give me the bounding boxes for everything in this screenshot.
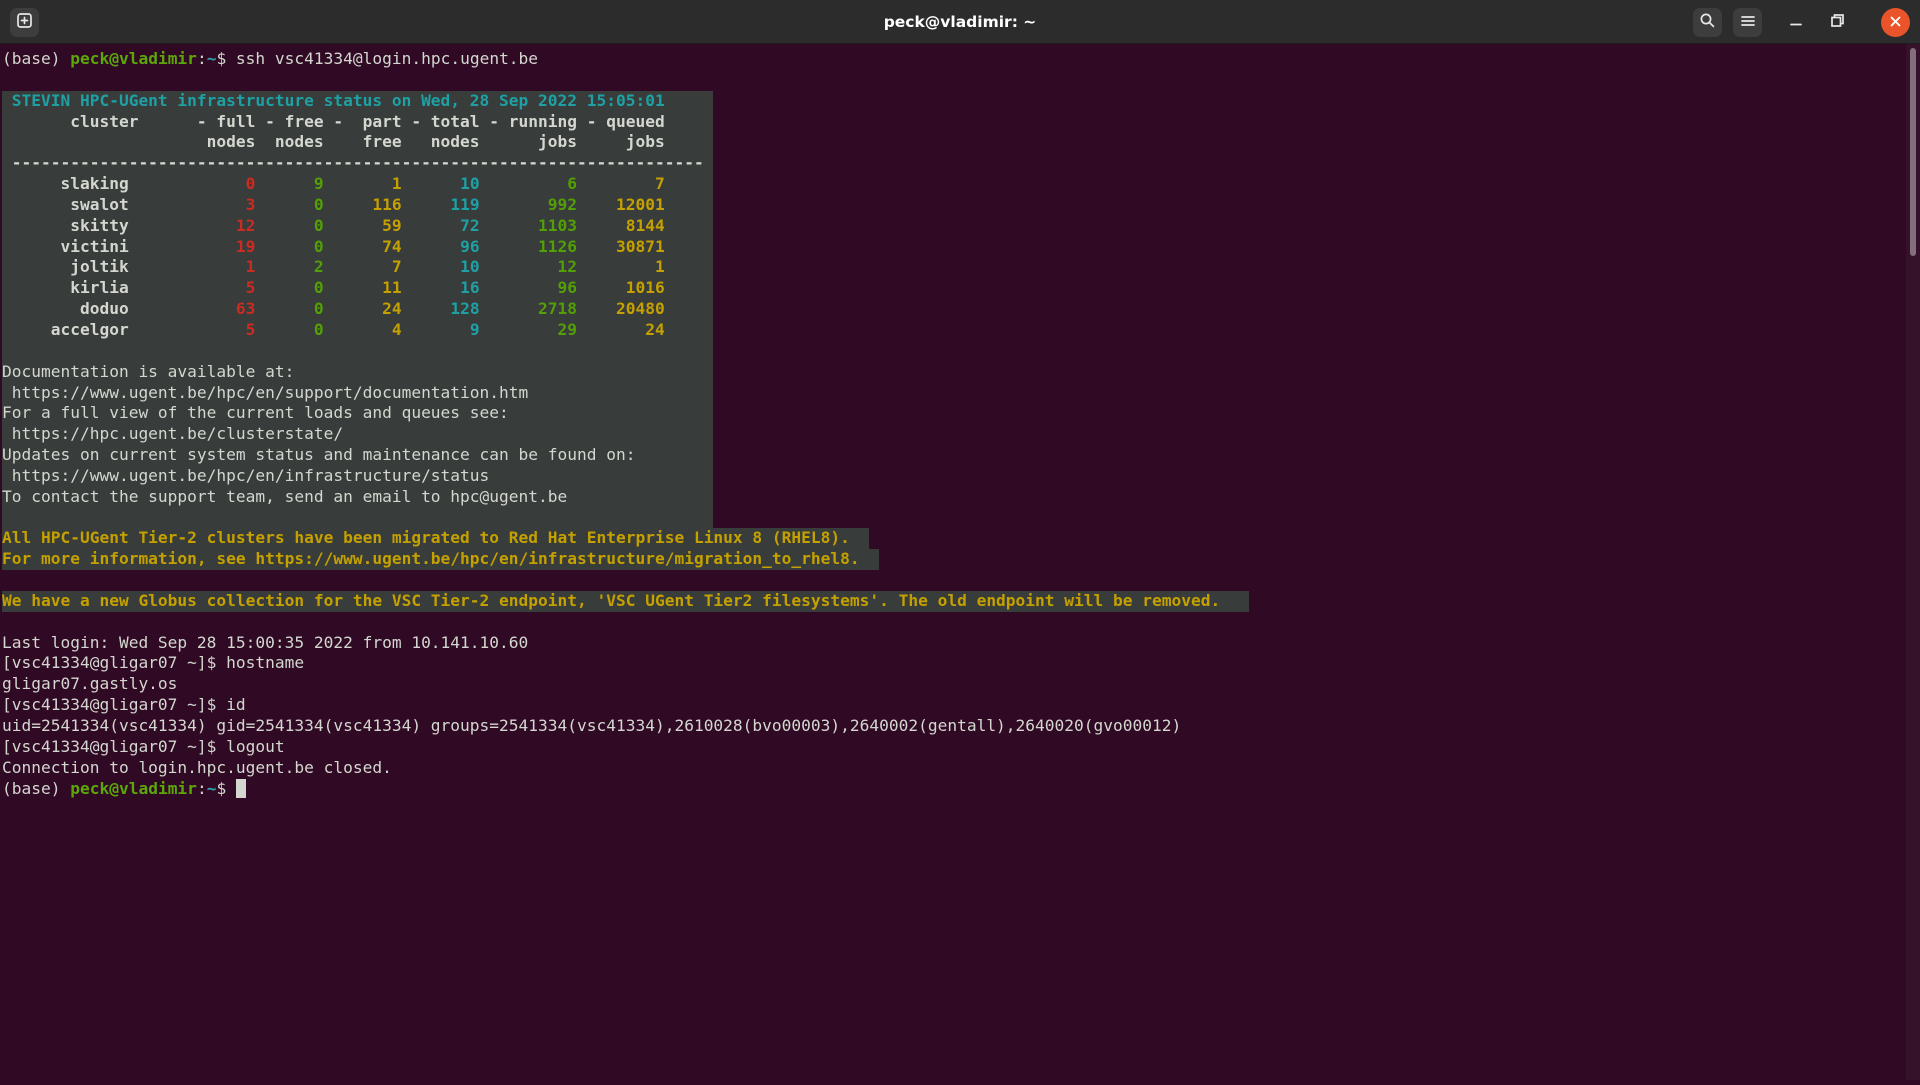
search-icon [1699,12,1716,33]
terminal-line: [vsc41334@gligar07 ~]$ logout [2,736,285,756]
close-icon [1889,13,1902,32]
terminal-line [2,340,1920,362]
terminal-line: https://www.ugent.be/hpc/en/infrastructu… [2,465,1920,487]
terminal-line: Connection to login.hpc.ugent.be closed. [2,757,392,777]
menu-button[interactable] [1733,8,1762,37]
terminal-line: cluster - full - free - part - total - r… [2,111,1920,133]
minimize-button[interactable] [1781,8,1810,37]
terminal-line: doduo 63 0 24 128 2718 20480 [2,299,1920,320]
terminal-line: accelgor 5 0 4 9 29 24 [2,319,1920,341]
terminal-line: To contact the support team, send an ema… [2,486,1920,508]
window-titlebar: peck@vladimir: ~ [0,0,1920,44]
terminal-output: (base) peck@vladimir:~$ ssh vsc41334@log… [2,49,1920,799]
minimize-icon [1789,13,1803,32]
terminal-line: kirlia 5 0 11 16 96 1016 [2,278,1920,300]
terminal-line: Updates on current system status and mai… [2,445,1920,466]
terminal-cursor [235,778,246,798]
terminal-line: All HPC-UGent Tier-2 clusters have been … [2,528,1920,550]
window-title: peck@vladimir: ~ [883,13,1037,31]
terminal-line: skitty 12 0 59 72 1103 8144 [2,215,1920,237]
hamburger-menu-icon [1740,13,1756,32]
terminal[interactable]: (base) peck@vladimir:~$ ssh vsc41334@log… [2,44,1920,1085]
terminal-line [2,507,1920,529]
restore-button[interactable] [1823,8,1852,37]
scrollbar-thumb[interactable] [1910,48,1916,256]
terminal-line: nodes nodes free nodes jobs jobs [2,132,1920,154]
terminal-line: gligar07.gastly.os [2,674,178,694]
close-button[interactable] [1881,8,1910,37]
terminal-line: Documentation is available at: [2,361,1920,383]
terminal-line: [vsc41334@gligar07 ~]$ id [2,695,246,715]
terminal-line: uid=2541334(vsc41334) gid=2541334(vsc413… [2,716,1182,735]
terminal-line: For a full view of the current loads and… [2,403,1920,425]
terminal-line: https://hpc.ugent.be/clusterstate/ [2,424,1920,446]
terminal-line: slaking 0 9 1 10 6 7 [2,174,1920,195]
terminal-line: swalot 3 0 116 119 992 12001 [2,194,1920,216]
restore-icon [1830,13,1845,32]
terminal-line: ----------------------------------------… [2,153,1920,175]
search-button[interactable] [1693,8,1722,37]
terminal-line: We have a new Globus collection for the … [2,590,1920,612]
terminal-line: victini 19 0 74 96 1126 30871 [2,236,1920,258]
terminal-line: (base) peck@vladimir:~$ [2,778,1920,800]
terminal-line: (base) peck@vladimir:~$ ssh vsc41334@log… [2,49,539,68]
terminal-line: joltik 1 2 7 10 12 1 [2,257,1920,279]
terminal-line: STEVIN HPC-UGent infrastructure status o… [2,90,1920,112]
terminal-line: https://www.ugent.be/hpc/en/support/docu… [2,382,1920,404]
terminal-line: For more information, see https://www.ug… [2,549,1920,571]
terminal-line: [vsc41334@gligar07 ~]$ hostname [2,653,305,673]
terminal-line: Last login: Wed Sep 28 15:00:35 2022 fro… [2,632,529,652]
